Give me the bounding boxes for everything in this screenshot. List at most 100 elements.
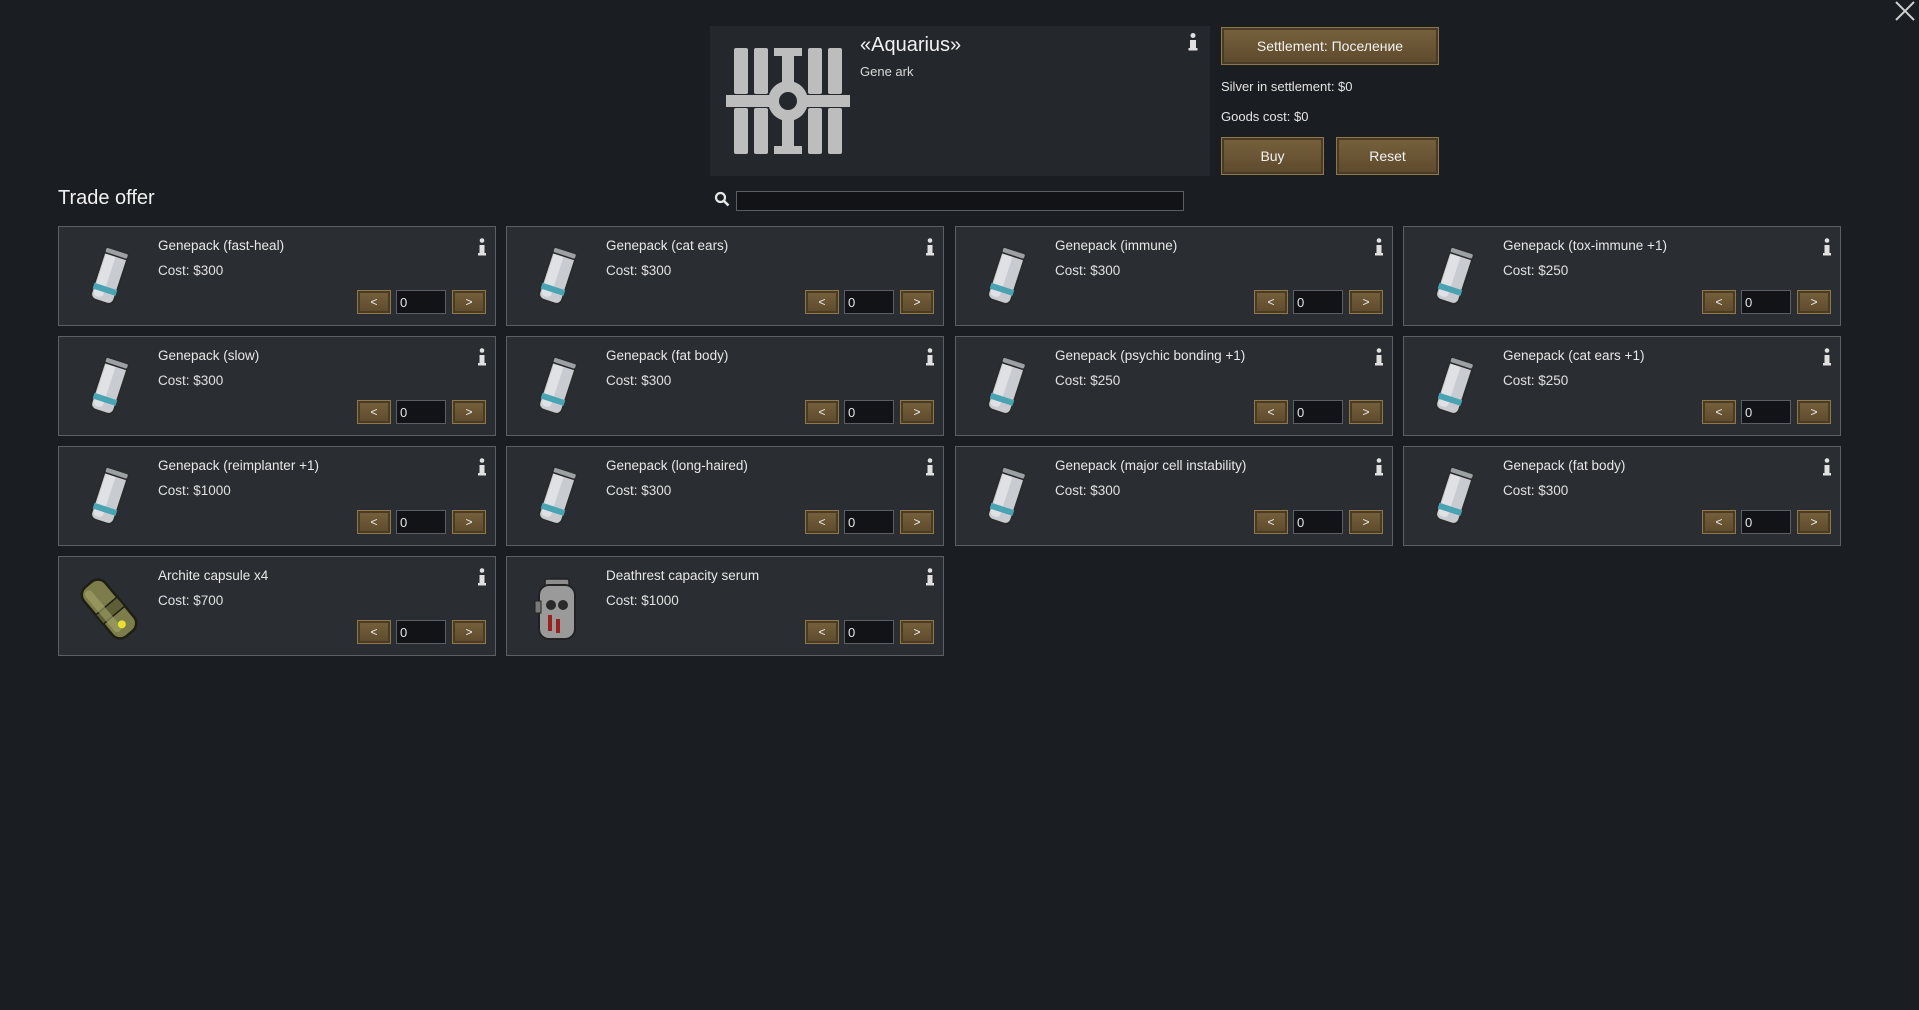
info-icon[interactable] — [924, 457, 936, 477]
decrease-quantity-button[interactable]: < — [1702, 510, 1736, 534]
section-title: Trade offer — [58, 187, 155, 209]
settlement-button[interactable]: Settlement: Поселение — [1221, 27, 1439, 65]
item-name: Genepack (tox-immune +1) — [1503, 238, 1667, 253]
item-cost: Cost: $300 — [1055, 263, 1121, 278]
increase-quantity-button[interactable]: > — [900, 400, 934, 424]
item-cost: Cost: $300 — [158, 263, 224, 278]
item-cost: Cost: $300 — [1055, 483, 1121, 498]
serum-icon — [534, 578, 576, 640]
item-name: Genepack (long-haired) — [606, 458, 748, 473]
increase-quantity-button[interactable]: > — [900, 290, 934, 314]
trade-item-card: Genepack (long-haired) Cost: $300 < > — [506, 446, 944, 546]
quantity-input[interactable] — [396, 290, 446, 314]
item-name: Genepack (immune) — [1055, 238, 1178, 253]
trade-item-card: Deathrest capacity serum Cost: $1000 < > — [506, 556, 944, 656]
increase-quantity-button[interactable]: > — [900, 510, 934, 534]
item-cost: Cost: $1000 — [606, 593, 679, 608]
item-name: Genepack (reimplanter +1) — [158, 458, 319, 473]
info-icon[interactable] — [1186, 32, 1200, 52]
trade-item-card: Genepack (reimplanter +1) Cost: $1000 < … — [58, 446, 496, 546]
genepack-icon — [987, 466, 1027, 525]
genepack-icon — [987, 356, 1027, 415]
decrease-quantity-button[interactable]: < — [805, 400, 839, 424]
item-name: Deathrest capacity serum — [606, 568, 760, 583]
increase-quantity-button[interactable]: > — [452, 620, 486, 644]
quantity-input[interactable] — [844, 290, 894, 314]
item-cost: Cost: $300 — [158, 373, 224, 388]
decrease-quantity-button[interactable]: < — [805, 510, 839, 534]
buy-button[interactable]: Buy — [1221, 137, 1324, 175]
item-cost: Cost: $300 — [1503, 483, 1569, 498]
increase-quantity-button[interactable]: > — [1349, 510, 1383, 534]
decrease-quantity-button[interactable]: < — [1254, 510, 1288, 534]
close-icon[interactable] — [1890, 0, 1918, 24]
decrease-quantity-button[interactable]: < — [1254, 290, 1288, 314]
item-cost: Cost: $250 — [1503, 263, 1569, 278]
increase-quantity-button[interactable]: > — [452, 400, 486, 424]
quantity-input[interactable] — [844, 620, 894, 644]
info-icon[interactable] — [924, 567, 936, 587]
quantity-input[interactable] — [844, 510, 894, 534]
increase-quantity-button[interactable]: > — [452, 510, 486, 534]
quantity-input[interactable] — [396, 510, 446, 534]
trade-item-card: Genepack (cat ears) Cost: $300 < > — [506, 226, 944, 326]
decrease-quantity-button[interactable]: < — [357, 400, 391, 424]
item-cost: Cost: $700 — [158, 593, 224, 608]
item-name: Genepack (fat body) — [1503, 458, 1626, 473]
genepack-icon — [538, 356, 578, 415]
item-cost: Cost: $300 — [606, 373, 672, 388]
item-cost: Cost: $250 — [1055, 373, 1121, 388]
increase-quantity-button[interactable]: > — [1797, 510, 1831, 534]
search-icon — [714, 191, 730, 207]
decrease-quantity-button[interactable]: < — [357, 290, 391, 314]
reset-button[interactable]: Reset — [1336, 137, 1439, 175]
decrease-quantity-button[interactable]: < — [1254, 400, 1288, 424]
trade-item-card: Genepack (tox-immune +1) Cost: $250 < > — [1403, 226, 1841, 326]
quantity-input[interactable] — [1741, 290, 1791, 314]
decrease-quantity-button[interactable]: < — [357, 510, 391, 534]
info-icon[interactable] — [1373, 347, 1385, 367]
info-icon[interactable] — [924, 237, 936, 257]
genepack-icon — [1435, 246, 1475, 305]
info-icon[interactable] — [476, 347, 488, 367]
increase-quantity-button[interactable]: > — [1349, 290, 1383, 314]
trader-panel: «Aquarius» Gene ark — [710, 26, 1210, 176]
info-icon[interactable] — [476, 237, 488, 257]
increase-quantity-button[interactable]: > — [1797, 400, 1831, 424]
item-name: Genepack (major cell instability) — [1055, 458, 1247, 473]
quantity-input[interactable] — [844, 400, 894, 424]
increase-quantity-button[interactable]: > — [452, 290, 486, 314]
decrease-quantity-button[interactable]: < — [1702, 400, 1736, 424]
search-input[interactable] — [736, 191, 1184, 211]
quantity-input[interactable] — [1293, 290, 1343, 314]
info-icon[interactable] — [924, 347, 936, 367]
quantity-input[interactable] — [1741, 400, 1791, 424]
quantity-input[interactable] — [1293, 510, 1343, 534]
quantity-input[interactable] — [1293, 400, 1343, 424]
info-icon[interactable] — [1821, 457, 1833, 477]
decrease-quantity-button[interactable]: < — [357, 620, 391, 644]
increase-quantity-button[interactable]: > — [1349, 400, 1383, 424]
quantity-input[interactable] — [1741, 510, 1791, 534]
space-station-icon — [726, 48, 850, 154]
quantity-input[interactable] — [396, 400, 446, 424]
info-icon[interactable] — [1373, 457, 1385, 477]
info-icon[interactable] — [1373, 237, 1385, 257]
trader-type: Gene ark — [860, 64, 914, 79]
decrease-quantity-button[interactable]: < — [1702, 290, 1736, 314]
info-icon[interactable] — [476, 567, 488, 587]
item-name: Genepack (psychic bonding +1) — [1055, 348, 1246, 363]
item-name: Genepack (fast-heal) — [158, 238, 285, 253]
increase-quantity-button[interactable]: > — [900, 620, 934, 644]
decrease-quantity-button[interactable]: < — [805, 620, 839, 644]
decrease-quantity-button[interactable]: < — [805, 290, 839, 314]
info-icon[interactable] — [1821, 347, 1833, 367]
increase-quantity-button[interactable]: > — [1797, 290, 1831, 314]
trade-item-card: Archite capsule x4 Cost: $700 < > — [58, 556, 496, 656]
quantity-input[interactable] — [396, 620, 446, 644]
info-icon[interactable] — [476, 457, 488, 477]
genepack-icon — [987, 246, 1027, 305]
info-icon[interactable] — [1821, 237, 1833, 257]
item-name: Genepack (fat body) — [606, 348, 729, 363]
item-cost: Cost: $250 — [1503, 373, 1569, 388]
